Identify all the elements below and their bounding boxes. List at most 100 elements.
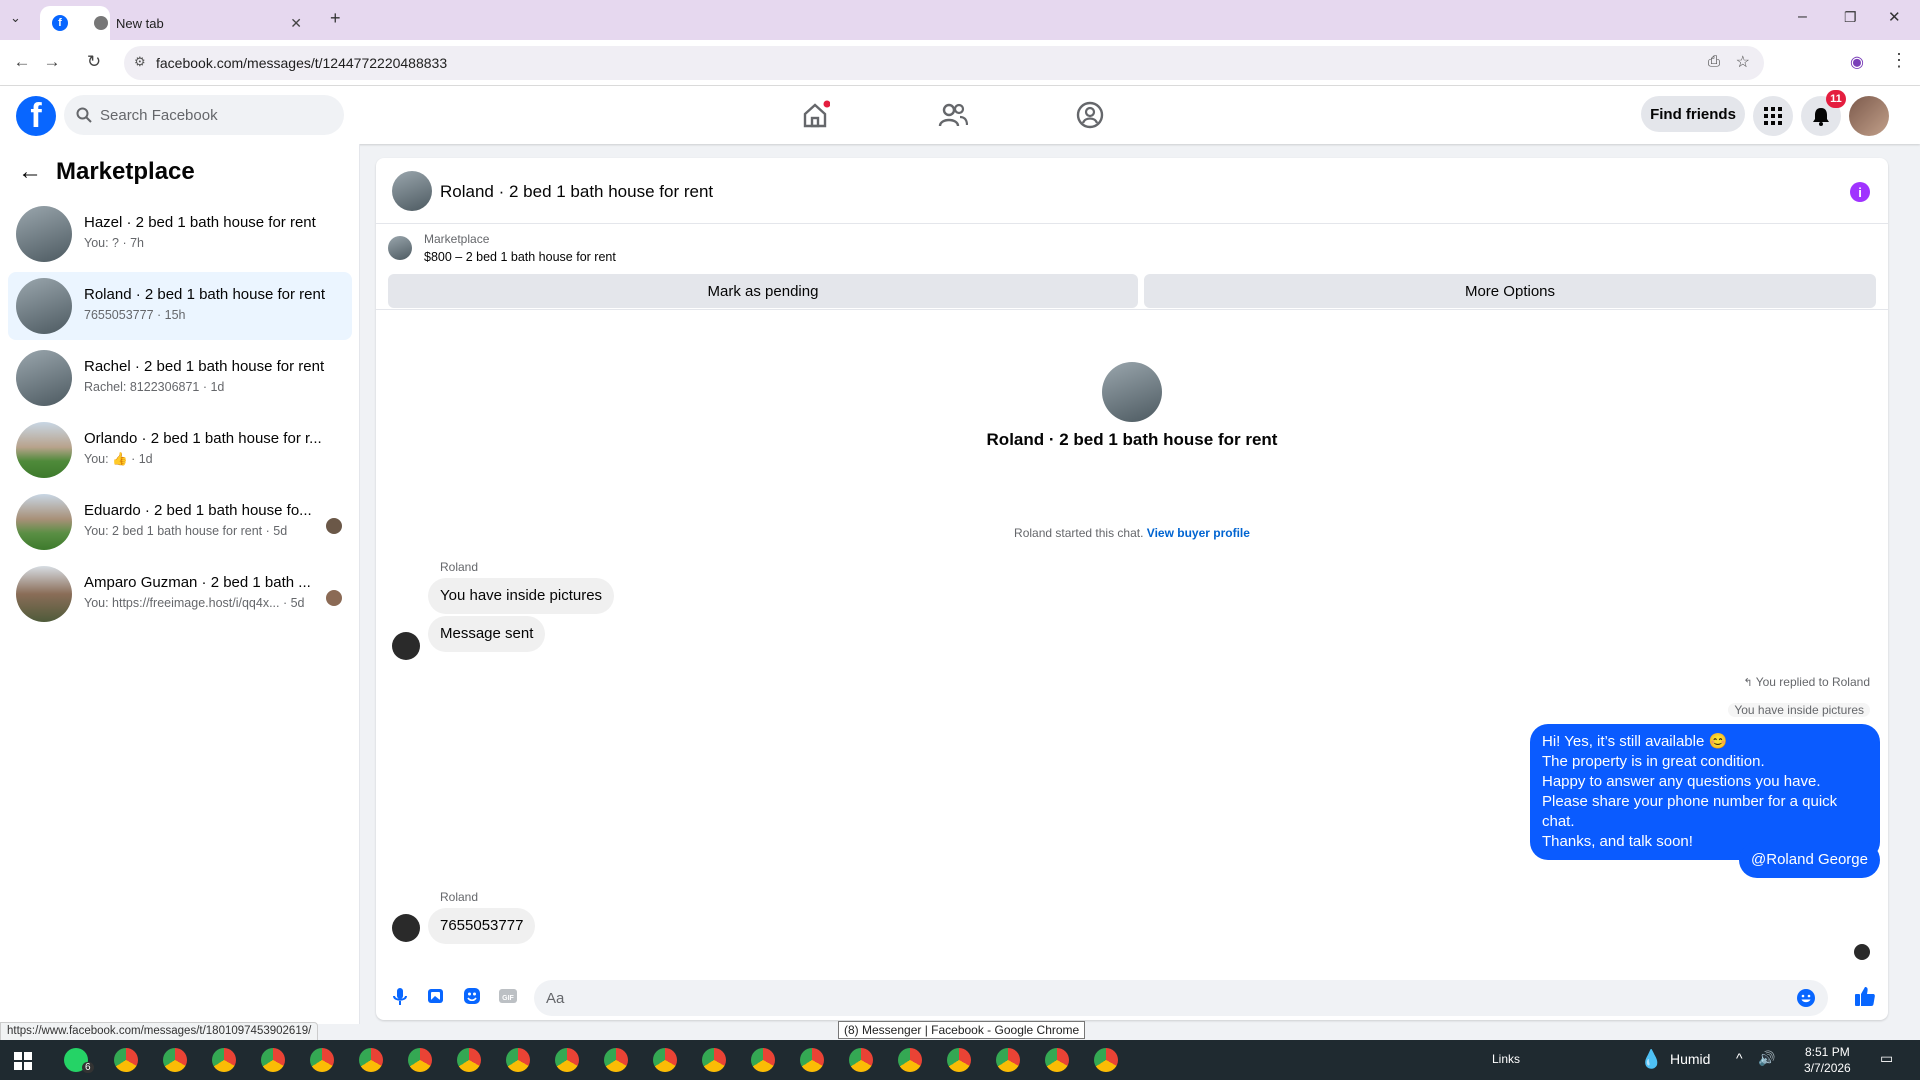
- conversation-preview: 7655053777 · 15h: [84, 308, 186, 322]
- quoted-message[interactable]: You have inside pictures: [1728, 703, 1870, 717]
- chevron-up-icon[interactable]: ^: [1736, 1050, 1743, 1066]
- chrome-profile-icon[interactable]: [898, 1048, 922, 1072]
- chrome-profile-icon[interactable]: [702, 1048, 726, 1072]
- chrome-profile-icon[interactable]: [800, 1048, 824, 1072]
- info-icon[interactable]: i: [1850, 182, 1870, 202]
- chrome-profile-icon[interactable]: [163, 1048, 187, 1072]
- conversation-item[interactable]: Orlando · 2 bed 1 bath house for r... Yo…: [8, 416, 352, 484]
- tab-new-tab[interactable]: New tab ✕: [82, 6, 312, 40]
- message-composer: GIF Aa: [376, 974, 1888, 1020]
- reload-icon[interactable]: ↻: [82, 52, 106, 72]
- chrome-profile-icon[interactable]: [310, 1048, 334, 1072]
- volume-icon[interactable]: 🔊: [1758, 1050, 1775, 1067]
- conversation-item-active[interactable]: Roland · 2 bed 1 bath house for rent 765…: [8, 272, 352, 340]
- install-app-icon[interactable]: ⎙: [1708, 53, 1720, 70]
- minimize-icon[interactable]: –: [1798, 8, 1807, 26]
- close-window-icon[interactable]: ✕: [1888, 8, 1901, 26]
- like-icon[interactable]: [1854, 985, 1876, 1007]
- water-drop-icon: 💧: [1640, 1049, 1663, 1069]
- chrome-profile-icon[interactable]: [261, 1048, 285, 1072]
- emoji-icon[interactable]: [1796, 988, 1816, 1008]
- conversation-item[interactable]: Amparo Guzman · 2 bed 1 bath ... You: ht…: [8, 560, 352, 628]
- chrome-profile-icon[interactable]: [947, 1048, 971, 1072]
- chrome-profile-icon[interactable]: [604, 1048, 628, 1072]
- incoming-message[interactable]: 7655053777: [428, 908, 536, 944]
- account-avatar[interactable]: [1849, 96, 1889, 136]
- chrome-profile-icon[interactable]: [996, 1048, 1020, 1072]
- site-info-icon[interactable]: ⚙: [134, 54, 146, 70]
- photo-icon[interactable]: [426, 986, 446, 1006]
- listing-thumbnail: [16, 566, 72, 622]
- listing-thumbnail: [16, 494, 72, 550]
- weather-text[interactable]: Humid: [1670, 1051, 1710, 1067]
- mark-as-pending-button[interactable]: Mark as pending: [388, 274, 1138, 308]
- chat-title[interactable]: Roland · 2 bed 1 bath house for rent: [440, 182, 713, 202]
- mention-message[interactable]: @Roland George: [1739, 842, 1880, 878]
- conversation-item[interactable]: Hazel · 2 bed 1 bath house for rent You:…: [8, 200, 352, 268]
- notification-center-icon[interactable]: ▭: [1880, 1050, 1893, 1067]
- back-arrow-icon[interactable]: ←: [18, 158, 42, 186]
- chat-header: Roland · 2 bed 1 bath house for rent i: [376, 158, 1888, 224]
- browser-toolbar: ← → ↻ ⚙ facebook.com/messages/t/12447722…: [0, 40, 1920, 86]
- chrome-profile-icon[interactable]: [1094, 1048, 1118, 1072]
- facebook-logo-icon[interactable]: f: [16, 96, 56, 136]
- forward-icon[interactable]: →: [40, 52, 64, 72]
- chrome-menu-icon[interactable]: ⋮: [1890, 50, 1908, 71]
- facebook-favicon-icon: f: [52, 15, 68, 31]
- back-icon[interactable]: ←: [10, 52, 34, 72]
- listing-thumbnail: [388, 236, 412, 260]
- sticker-icon[interactable]: [462, 986, 482, 1006]
- menu-grid-icon[interactable]: [1753, 96, 1793, 136]
- find-friends-button[interactable]: Find friends: [1641, 96, 1745, 132]
- chrome-profile-icon[interactable]: [555, 1048, 579, 1072]
- chrome-profile-icon[interactable]: [506, 1048, 530, 1072]
- conversation-preview: You: 👍 · 1d: [84, 452, 153, 466]
- chrome-profile-icon[interactable]: [408, 1048, 432, 1072]
- view-buyer-profile-link[interactable]: View buyer profile: [1147, 526, 1250, 540]
- conversation-title: Eduardo · 2 bed 1 bath house fo...: [84, 502, 312, 519]
- chrome-profile-icon[interactable]: [114, 1048, 138, 1072]
- search-input[interactable]: Search Facebook: [64, 95, 344, 135]
- close-tab-icon[interactable]: ✕: [290, 15, 302, 32]
- new-tab-button[interactable]: +: [330, 8, 341, 29]
- chrome-profile-icon[interactable]: [653, 1048, 677, 1072]
- reply-arrow-icon: ↰: [1743, 677, 1756, 689]
- chat-avatar[interactable]: [392, 171, 432, 211]
- outgoing-message[interactable]: Hi! Yes, it’s still available 😊 The prop…: [1530, 724, 1880, 860]
- windows-start-icon[interactable]: [14, 1052, 32, 1070]
- conversation-preview: You: ? · 7h: [84, 236, 145, 250]
- listing-thumbnail: [16, 278, 72, 334]
- chrome-favicon-icon: [94, 16, 108, 30]
- incoming-message[interactable]: Message sent: [428, 616, 546, 652]
- chrome-profile-icon[interactable]: [849, 1048, 873, 1072]
- clock-time: 8:51 PM: [1805, 1045, 1850, 1059]
- profile-icon[interactable]: ◉: [1850, 52, 1864, 72]
- conversation-item[interactable]: Eduardo · 2 bed 1 bath house fo... You: …: [8, 488, 352, 556]
- tab-search-icon[interactable]: ⌄: [10, 10, 21, 26]
- address-bar[interactable]: ⚙ facebook.com/messages/t/12447722204888…: [124, 46, 1764, 80]
- more-options-button[interactable]: More Options: [1144, 274, 1876, 308]
- chrome-profile-icon[interactable]: [359, 1048, 383, 1072]
- chrome-profile-icon[interactable]: [457, 1048, 481, 1072]
- restore-icon[interactable]: ❐: [1844, 9, 1857, 26]
- listing-price[interactable]: $800 – 2 bed 1 bath house for rent: [424, 250, 616, 264]
- gif-icon[interactable]: GIF: [498, 986, 518, 1006]
- home-icon[interactable]: [800, 100, 830, 130]
- friends-icon[interactable]: [938, 100, 968, 130]
- chrome-profile-icon[interactable]: [751, 1048, 775, 1072]
- message-placeholder: Aa: [546, 989, 565, 1007]
- chrome-profile-icon[interactable]: [212, 1048, 236, 1072]
- chrome-profile-icon[interactable]: [1045, 1048, 1069, 1072]
- seen-avatar: [326, 518, 342, 534]
- incoming-message[interactable]: You have inside pictures: [428, 578, 615, 614]
- taskbar-clock[interactable]: 8:51 PM 3/7/2026: [1804, 1044, 1851, 1076]
- bell-icon: [1813, 108, 1829, 126]
- conversation-item[interactable]: Rachel · 2 bed 1 bath house for rent Rac…: [8, 344, 352, 412]
- sender-avatar: [392, 632, 420, 660]
- taskbar-links[interactable]: Links: [1492, 1052, 1520, 1066]
- message-input[interactable]: Aa: [534, 980, 1828, 1016]
- bookmark-star-icon[interactable]: ☆: [1736, 52, 1750, 72]
- microphone-icon[interactable]: [390, 986, 410, 1006]
- groups-icon[interactable]: [1075, 100, 1105, 130]
- replied-label-text: You replied to Roland: [1755, 675, 1870, 689]
